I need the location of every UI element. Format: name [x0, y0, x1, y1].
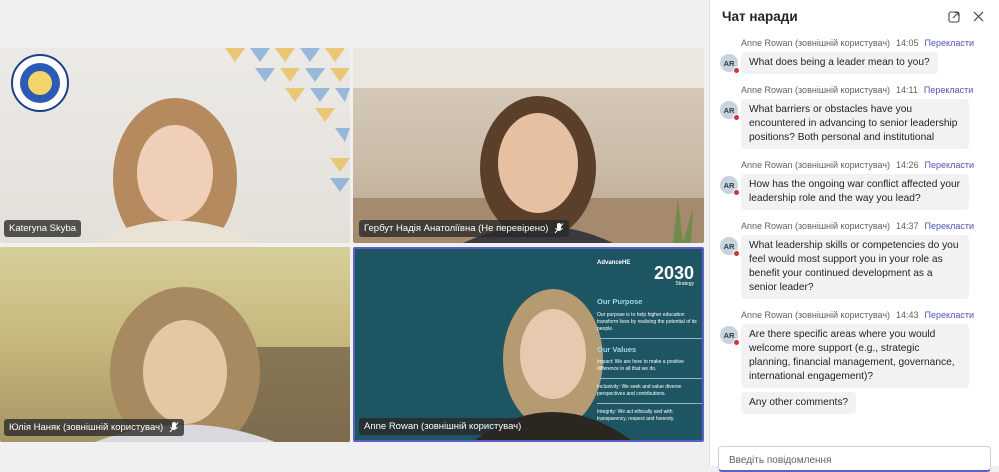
divider — [597, 337, 702, 339]
presence-dot — [733, 250, 740, 257]
avatar: AR — [720, 101, 740, 121]
chat-message-list[interactable]: Anne Rowan (зовнішній користувач) 14:05 … — [710, 36, 999, 436]
video-stage: Kateryna Skyba Гербут Надія Анатоліївна … — [0, 0, 709, 466]
message-meta: Anne Rowan (зовнішній користувач) 14:26 … — [741, 158, 989, 172]
translate-link[interactable]: Перекласти — [924, 85, 973, 95]
translate-link[interactable]: Перекласти — [925, 310, 974, 320]
participant-name: Гербут Надія Анатоліївна (Не перевірено) — [364, 223, 549, 234]
slide-purpose-text: Our purpose is to help higher education … — [597, 311, 697, 332]
mic-off-icon — [169, 422, 179, 433]
mic-off-icon — [555, 223, 564, 234]
slide-purpose-title: Our Purpose — [597, 297, 643, 307]
avatar: AR — [720, 176, 740, 196]
chat-title: Чат наради — [722, 8, 798, 24]
slide-strategy: Strategy — [675, 281, 694, 287]
video-tile-3[interactable]: Юлія Наняк (зовнішній користувач) — [0, 247, 350, 442]
avatar-initials: AR — [723, 241, 735, 251]
slide-values-title: Our Values — [597, 344, 637, 354]
message-meta: Anne Rowan (зовнішній користувач) 14:05 … — [741, 36, 989, 50]
translate-link[interactable]: Перекласти — [925, 160, 974, 170]
participant-name: Юлія Наняк (зовнішній користувач) — [9, 422, 164, 433]
pop-out-icon — [947, 10, 960, 23]
chat-message: Anne Rowan (зовнішній користувач) 14:05 … — [720, 36, 989, 74]
participant-name-tag: Гербут Надія Анатоліївна (Не перевірено) — [359, 220, 570, 237]
slide-value-integrity: Integrity: We act ethically and with tra… — [597, 409, 675, 423]
video-tile-4-active-speaker[interactable]: AdvanceHE 2030 Strategy Our Purpose Our … — [353, 247, 704, 442]
divider — [597, 403, 702, 405]
message-text: What leadership skills or competencies d… — [741, 235, 969, 299]
avatar: AR — [720, 237, 740, 257]
message-time: 14:26 — [896, 160, 919, 170]
message-text: Are there specific areas where you would… — [741, 324, 969, 388]
avatar: AR — [720, 326, 740, 346]
message-text: What barriers or obstacles have you enco… — [741, 99, 969, 149]
message-author: Anne Rowan (зовнішній користувач) — [741, 160, 891, 170]
message-time: 14:11 — [896, 85, 918, 95]
message-time: 14:37 — [896, 221, 919, 231]
video-feed — [95, 287, 350, 442]
presence-dot — [733, 339, 740, 346]
presence-dot — [733, 114, 740, 121]
translate-link[interactable]: Перекласти — [925, 221, 974, 231]
divider — [597, 378, 702, 380]
avatar-initials: AR — [723, 330, 735, 340]
participant-name: Kateryna Skyba — [9, 223, 77, 234]
video-tile-1[interactable]: Kateryna Skyba — [0, 48, 350, 243]
presence-dot — [733, 67, 740, 74]
participant-name: Anne Rowan (зовнішній користувач) — [364, 421, 522, 432]
meeting-chat-panel: Чат наради Anne Rowan (зовнішній користу… — [709, 0, 999, 472]
slide-value-impact: Impact: We are here to make a positive d… — [597, 359, 684, 373]
shared-slide: AdvanceHE 2030 Strategy Our Purpose Our … — [597, 259, 702, 439]
message-time: 14:43 — [896, 310, 919, 320]
translate-link[interactable]: Перекласти — [925, 38, 974, 48]
avatar-initials: AR — [723, 180, 735, 190]
message-author: Anne Rowan (зовнішній користувач) — [741, 310, 891, 320]
message-text: How has the ongoing war conflict affecte… — [741, 174, 969, 210]
message-author: Anne Rowan (зовнішній користувач) — [741, 38, 891, 48]
avatar-initials: AR — [723, 58, 735, 68]
background-graphics — [11, 48, 350, 243]
slide-value-inclusivity: Inclusivity: We seek and value diverse p… — [597, 384, 682, 398]
participant-name-tag: Юлія Наняк (зовнішній користувач) — [4, 419, 185, 436]
presence-dot — [733, 189, 740, 196]
message-time: 14:05 — [896, 38, 919, 48]
avatar: AR — [720, 54, 740, 74]
video-feed — [353, 48, 704, 243]
message-text: What does being a leader mean to you? — [741, 52, 938, 74]
chat-header: Чат наради — [710, 0, 999, 32]
participant-name-tag: Anne Rowan (зовнішній користувач) — [359, 418, 527, 435]
close-icon — [973, 11, 983, 21]
avatar-initials: AR — [723, 105, 735, 115]
compose-message-input[interactable]: Введіть повідомлення — [718, 446, 991, 472]
participant-name-tag: Kateryna Skyba — [4, 220, 82, 237]
chat-message: Anne Rowan (зовнішній користувач) 14:11 … — [720, 83, 989, 149]
message-meta: Anne Rowan (зовнішній користувач) 14:43 … — [741, 308, 989, 322]
message-meta: Anne Rowan (зовнішній користувач) 14:37 … — [741, 219, 989, 233]
close-chat-button[interactable] — [969, 7, 987, 25]
chat-message: Anne Rowan (зовнішній користувач) 14:26 … — [720, 158, 989, 210]
chat-message: Anne Rowan (зовнішній користувач) 14:37 … — [720, 219, 989, 299]
message-text: Any other comments? — [741, 392, 857, 414]
message-author: Anne Rowan (зовнішній користувач) — [741, 221, 891, 231]
message-author: Anne Rowan (зовнішній користувач) — [741, 85, 891, 95]
message-meta: Anne Rowan (зовнішній користувач) 14:11 … — [741, 83, 989, 97]
pop-out-button[interactable] — [945, 7, 963, 25]
video-tile-2[interactable]: Гербут Надія Анатоліївна (Не перевірено) — [353, 48, 704, 243]
chat-message: Anne Rowan (зовнішній користувач) 14:43 … — [720, 308, 989, 414]
